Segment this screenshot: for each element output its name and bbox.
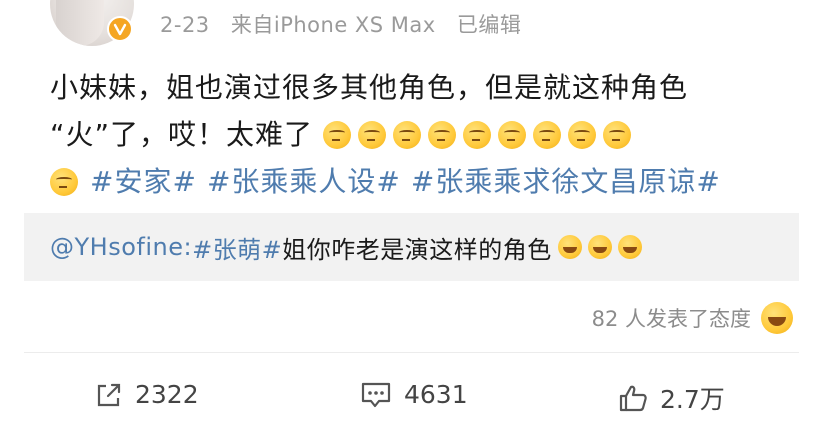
share-button[interactable]: 2322 — [95, 380, 199, 409]
post-meta: 2-23 来自iPhone XS Max 已编辑 — [160, 9, 535, 39]
post-content: 小妹妹，姐也演过很多其他角色，但是就这种角色 “火”了，哎！太难了 #安家# #… — [50, 64, 790, 205]
hashtag-link[interactable]: #安家# — [90, 158, 197, 205]
smirk-emoji-icon — [533, 120, 562, 149]
comment-icon — [361, 382, 391, 407]
smirk-emoji-icon — [568, 120, 597, 149]
hashtag-link[interactable]: #张乘乘人设# — [207, 158, 401, 205]
attitude-summary[interactable]: 82 人发表了态度 — [592, 302, 793, 334]
quoted-repost[interactable]: @YHsofine: #张萌# 姐你咋老是演这样的角色 — [24, 213, 799, 281]
grin-emoji-icon — [761, 302, 793, 334]
attitude-label: 82 人发表了态度 — [591, 307, 751, 331]
avatar-hair — [56, 0, 104, 46]
hashtag-link[interactable]: #张乘乘求徐文昌原谅# — [411, 158, 721, 205]
post-text-line-2-text: “火”了，哎！太难了 — [50, 118, 314, 151]
smirk-emoji-icon — [393, 120, 422, 149]
laugh-cry-emoji-icon — [617, 235, 642, 259]
post-source: 来自iPhone XS Max — [230, 13, 436, 37]
share-count: 2322 — [135, 380, 199, 409]
smirk-emoji-icon — [50, 167, 78, 196]
repost-user-link[interactable]: @YHsofine: — [50, 233, 192, 261]
divider — [24, 352, 799, 353]
repost-hashtag-link[interactable]: #张萌# — [192, 230, 282, 265]
verified-badge-icon — [107, 16, 133, 42]
repost-text: 姐你咋老是演这样的角色 — [282, 235, 552, 264]
post-date: 2-23 — [160, 13, 210, 37]
post-text-line-2: “火”了，哎！太难了 — [50, 111, 790, 158]
comment-button[interactable]: 4631 — [360, 380, 468, 409]
laugh-cry-emoji-icon — [587, 235, 612, 259]
laugh-cry-emoji-icon — [557, 235, 582, 259]
post-hashtag-line: #安家# #张乘乘人设# #张乘乘求徐文昌原谅# — [50, 158, 790, 205]
like-count: 2.7万 — [660, 385, 725, 414]
post-text-line-1: 小妹妹，姐也演过很多其他角色，但是就这种角色 — [50, 71, 689, 104]
smirk-emoji-icon — [603, 120, 632, 149]
thumbs-up-icon — [619, 385, 647, 412]
like-button[interactable]: 2.7万 — [618, 380, 725, 416]
smirk-emoji-icon — [428, 120, 457, 149]
share-icon — [97, 383, 121, 406]
post-edited-label: 已编辑 — [456, 13, 522, 37]
smirk-emoji-icon — [463, 120, 492, 149]
comment-count: 4631 — [404, 380, 468, 409]
smirk-emoji-icon — [323, 120, 352, 149]
smirk-emoji-icon — [498, 120, 527, 149]
smirk-emoji-icon — [358, 120, 387, 149]
